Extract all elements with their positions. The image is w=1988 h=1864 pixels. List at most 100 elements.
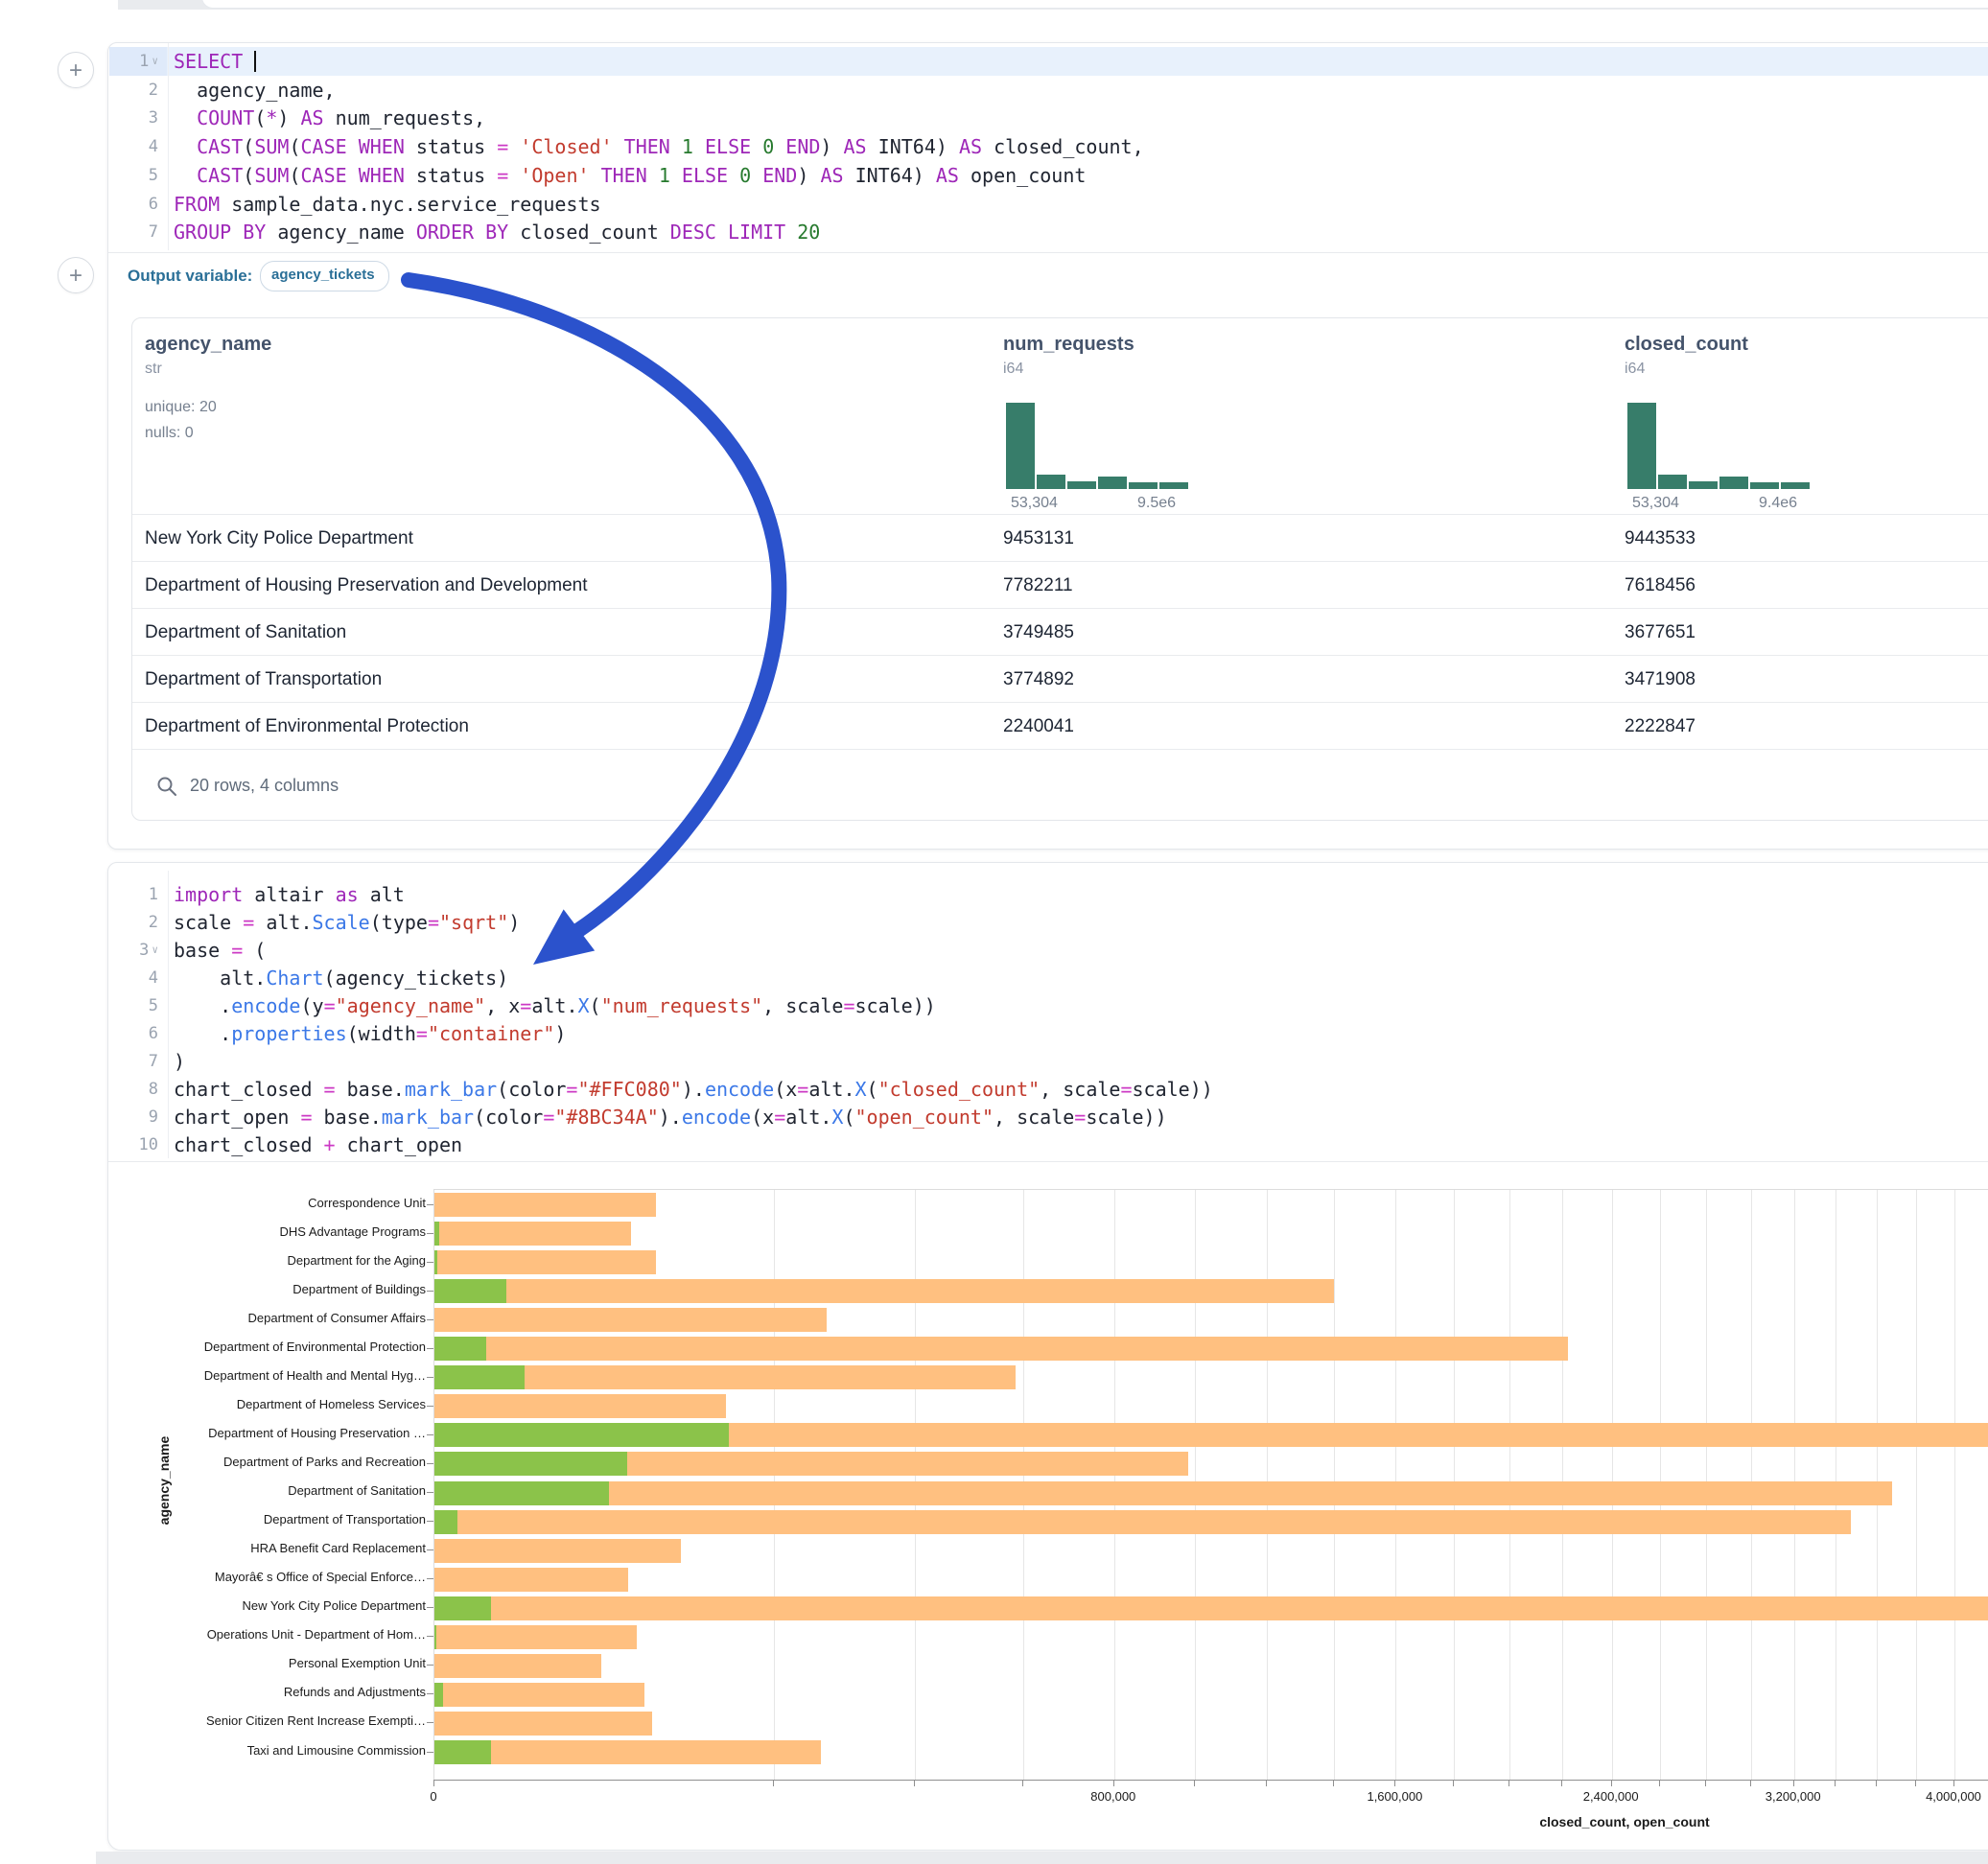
bar-closed_count[interactable] bbox=[434, 1308, 827, 1332]
table-cell: 2240041 bbox=[1003, 703, 1074, 750]
fold-chevron-icon[interactable]: ∨ bbox=[152, 944, 158, 956]
table-cell: 2222847 bbox=[1625, 703, 1696, 750]
code-line[interactable]: chart_closed + chart_open bbox=[174, 1130, 1988, 1159]
search-icon[interactable] bbox=[155, 775, 178, 798]
bar-open_count[interactable] bbox=[434, 1740, 491, 1764]
y-axis-tick bbox=[427, 1492, 433, 1493]
bar-closed_count[interactable] bbox=[434, 1683, 644, 1707]
table-row[interactable]: Department of Housing Preservation and D… bbox=[132, 561, 1988, 609]
table-cell: Department of Environmental Protection bbox=[145, 703, 469, 750]
column-name[interactable]: closed_count bbox=[1625, 334, 1748, 356]
code-line[interactable]: FROM sample_data.nyc.service_requests bbox=[174, 190, 1988, 219]
table-cell: 9443533 bbox=[1625, 515, 1696, 562]
bar-closed_count[interactable] bbox=[434, 1712, 652, 1736]
add-cell-button-top[interactable]: + bbox=[58, 52, 94, 88]
column-stat: unique: 20 bbox=[145, 399, 217, 416]
bar-closed_count[interactable] bbox=[434, 1481, 1892, 1505]
line-number: 3 bbox=[108, 104, 158, 132]
bar-open_count[interactable] bbox=[434, 1222, 439, 1246]
bar-open_count[interactable] bbox=[434, 1279, 506, 1303]
bar-closed_count[interactable] bbox=[434, 1394, 726, 1418]
table-row[interactable]: Department of Environmental Protection 22… bbox=[132, 702, 1988, 750]
y-axis-label: Taxi and Limousine Commission bbox=[108, 1743, 426, 1760]
column-histogram[interactable] bbox=[1006, 403, 1190, 489]
bar-open_count[interactable] bbox=[434, 1365, 525, 1389]
code-line[interactable]: chart_closed = base.mark_bar(color="#FFC… bbox=[174, 1075, 1988, 1104]
column-name[interactable]: num_requests bbox=[1003, 334, 1134, 356]
line-number: 10 bbox=[108, 1130, 158, 1159]
code-line[interactable]: COUNT(*) AS num_requests, bbox=[174, 104, 1988, 132]
y-axis-tick bbox=[427, 1636, 433, 1637]
code-line[interactable]: .properties(width="container") bbox=[174, 1019, 1988, 1048]
y-axis-label: Department of Environmental Protection bbox=[108, 1340, 426, 1357]
histogram-bar bbox=[1098, 477, 1127, 489]
bar-open_count[interactable] bbox=[434, 1481, 609, 1505]
code-line[interactable]: SELECT bbox=[174, 47, 1988, 76]
bar-closed_count[interactable] bbox=[434, 1539, 681, 1563]
table-cell: 9453131 bbox=[1003, 515, 1074, 562]
column-histogram[interactable] bbox=[1627, 403, 1812, 489]
bar-closed_count[interactable] bbox=[434, 1222, 631, 1246]
code-line[interactable]: chart_open = base.mark_bar(color="#8BC34… bbox=[174, 1103, 1988, 1131]
bar-closed_count[interactable] bbox=[434, 1740, 821, 1764]
y-axis-title: agency_name bbox=[156, 1356, 172, 1605]
chart-plot-area[interactable] bbox=[433, 1189, 1988, 1781]
table-row[interactable]: New York City Police Department945313194… bbox=[132, 514, 1988, 562]
table-row[interactable]: Department of Sanitation37494853677651 bbox=[132, 608, 1988, 656]
y-axis-tick bbox=[427, 1348, 433, 1349]
line-number: 4 bbox=[108, 132, 158, 161]
x-axis-tick-label: 800,000 bbox=[1037, 1789, 1190, 1804]
bar-closed_count[interactable] bbox=[434, 1193, 656, 1217]
table-row[interactable]: Department of Transportation377489234719… bbox=[132, 655, 1988, 703]
histogram-bar bbox=[1658, 475, 1687, 489]
bar-open_count[interactable] bbox=[434, 1596, 491, 1620]
bar-open_count[interactable] bbox=[434, 1423, 729, 1447]
bar-closed_count[interactable] bbox=[434, 1510, 1851, 1534]
line-number: 2 bbox=[108, 76, 158, 105]
x-axis-tick bbox=[1333, 1780, 1334, 1786]
bar-open_count[interactable] bbox=[434, 1250, 437, 1274]
code-line[interactable]: alt.Chart(agency_tickets) bbox=[174, 964, 1988, 992]
code-line[interactable]: base = ( bbox=[174, 936, 1988, 965]
code-line[interactable]: ) bbox=[174, 1047, 1988, 1076]
bar-closed_count[interactable] bbox=[434, 1337, 1568, 1361]
y-axis-tick bbox=[427, 1291, 433, 1292]
bar-closed_count[interactable] bbox=[434, 1279, 1334, 1303]
y-axis-tick bbox=[427, 1521, 433, 1522]
bar-closed_count[interactable] bbox=[434, 1625, 637, 1649]
code-line[interactable]: .encode(y="agency_name", x=alt.X("num_re… bbox=[174, 991, 1988, 1020]
code-line[interactable]: CAST(SUM(CASE WHEN status = 'Closed' THE… bbox=[174, 132, 1988, 161]
bar-open_count[interactable] bbox=[434, 1452, 627, 1476]
bar-open_count[interactable] bbox=[434, 1683, 443, 1707]
x-axis-tick bbox=[1705, 1780, 1706, 1786]
column-name[interactable]: agency_name bbox=[145, 334, 271, 356]
code-line[interactable]: CAST(SUM(CASE WHEN status = 'Open' THEN … bbox=[174, 161, 1988, 190]
bar-open_count[interactable] bbox=[434, 1625, 436, 1649]
line-number: 8 bbox=[108, 1075, 158, 1104]
bar-closed_count[interactable] bbox=[434, 1596, 1988, 1620]
table-cell: 3774892 bbox=[1003, 656, 1074, 703]
dataframe-table[interactable]: agency_namestrunique: 20nulls: 0num_requ… bbox=[131, 317, 1988, 821]
sql-cell: 1∨SELECT 2 agency_name,3 COUNT(*) AS num… bbox=[107, 42, 1988, 850]
y-axis-label: Department of Buildings bbox=[108, 1282, 426, 1299]
bar-closed_count[interactable] bbox=[434, 1568, 628, 1592]
bar-closed_count[interactable] bbox=[434, 1654, 601, 1678]
y-axis-label: Senior Citizen Rent Increase Exempti… bbox=[108, 1713, 426, 1731]
bar-open_count[interactable] bbox=[434, 1510, 457, 1534]
output-variable-pill[interactable]: agency_tickets bbox=[260, 261, 389, 291]
code-line[interactable]: GROUP BY agency_name ORDER BY closed_cou… bbox=[174, 218, 1988, 246]
line-number: 6 bbox=[108, 1019, 158, 1048]
code-line[interactable]: scale = alt.Scale(type="sqrt") bbox=[174, 908, 1988, 937]
y-axis-tick bbox=[427, 1262, 433, 1263]
code-line[interactable]: import altair as alt bbox=[174, 880, 1988, 909]
bar-closed_count[interactable] bbox=[434, 1250, 656, 1274]
y-axis-tick bbox=[427, 1463, 433, 1464]
y-axis-tick bbox=[427, 1319, 433, 1320]
table-cell: Department of Sanitation bbox=[145, 609, 346, 656]
x-axis-tick bbox=[1793, 1780, 1794, 1786]
add-cell-button-output[interactable]: + bbox=[58, 257, 94, 293]
code-line[interactable]: agency_name, bbox=[174, 76, 1988, 105]
fold-chevron-icon[interactable]: ∨ bbox=[152, 55, 158, 67]
bar-open_count[interactable] bbox=[434, 1337, 486, 1361]
column-type: i64 bbox=[1625, 361, 1645, 378]
